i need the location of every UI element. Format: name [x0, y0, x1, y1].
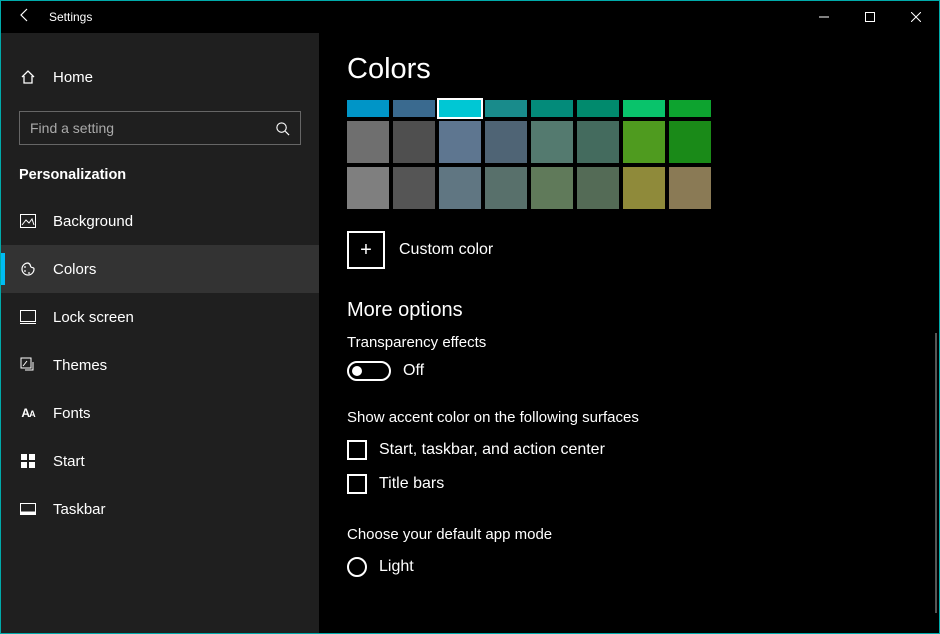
maximize-button[interactable]: [847, 1, 893, 33]
color-swatch[interactable]: [669, 167, 711, 209]
color-swatch[interactable]: [577, 121, 619, 163]
radio-label: Light: [379, 558, 414, 576]
color-swatch[interactable]: [439, 100, 481, 117]
more-options-heading: More options: [347, 299, 911, 322]
start-icon: [19, 454, 37, 468]
app-mode-label: Choose your default app mode: [347, 526, 911, 543]
title-bar: Settings: [1, 1, 939, 33]
sidebar-item-label: Background: [53, 213, 133, 230]
plus-icon: +: [347, 231, 385, 269]
color-swatch[interactable]: [347, 167, 389, 209]
color-swatch[interactable]: [577, 100, 619, 117]
window-title: Settings: [49, 10, 92, 24]
content-area: Colors + Custom color More options Trans…: [319, 33, 939, 633]
sidebar-item-start[interactable]: Start: [1, 437, 319, 485]
accent-surfaces-label: Show accent color on the following surfa…: [347, 409, 911, 426]
sidebar-item-background[interactable]: Background: [1, 197, 319, 245]
color-swatch[interactable]: [531, 121, 573, 163]
sidebar-item-fonts[interactable]: AA Fonts: [1, 389, 319, 437]
checkbox-titlebars[interactable]: [347, 474, 367, 494]
scrollbar[interactable]: [935, 333, 937, 613]
color-swatch[interactable]: [531, 100, 573, 117]
color-swatch[interactable]: [623, 121, 665, 163]
color-swatch[interactable]: [577, 167, 619, 209]
color-swatch[interactable]: [393, 121, 435, 163]
custom-color-button[interactable]: + Custom color: [347, 231, 911, 269]
color-swatch[interactable]: [485, 100, 527, 117]
close-button[interactable]: [893, 1, 939, 33]
sidebar-item-label: Taskbar: [53, 501, 106, 518]
sidebar-item-label: Colors: [53, 261, 96, 278]
picture-icon: [19, 214, 37, 228]
home-label: Home: [53, 69, 93, 86]
home-nav[interactable]: Home: [1, 57, 319, 97]
color-swatch[interactable]: [393, 167, 435, 209]
page-heading: Colors: [347, 53, 911, 86]
sidebar: Home Personalization Background Colors: [1, 33, 319, 633]
sidebar-item-label: Lock screen: [53, 309, 134, 326]
color-swatch[interactable]: [347, 121, 389, 163]
color-swatch[interactable]: [485, 121, 527, 163]
color-swatch[interactable]: [669, 100, 711, 117]
themes-icon: [19, 357, 37, 373]
checkbox-label: Title bars: [379, 475, 444, 493]
sidebar-item-taskbar[interactable]: Taskbar: [1, 485, 319, 533]
sidebar-item-label: Start: [53, 453, 85, 470]
sidebar-item-colors[interactable]: Colors: [1, 245, 319, 293]
radio-light[interactable]: [347, 557, 367, 577]
sidebar-item-label: Themes: [53, 357, 107, 374]
palette-icon: [19, 261, 37, 277]
home-icon: [19, 69, 37, 85]
color-grid: [347, 100, 911, 209]
search-input[interactable]: [20, 120, 264, 136]
checkbox-start-taskbar[interactable]: [347, 440, 367, 460]
custom-color-label: Custom color: [399, 241, 493, 259]
color-swatch[interactable]: [623, 167, 665, 209]
sidebar-item-label: Fonts: [53, 405, 91, 422]
color-swatch[interactable]: [393, 100, 435, 117]
back-button[interactable]: [1, 7, 49, 28]
color-swatch[interactable]: [439, 121, 481, 163]
taskbar-icon: [19, 503, 37, 515]
lockscreen-icon: [19, 310, 37, 324]
color-swatch[interactable]: [669, 121, 711, 163]
color-swatch[interactable]: [531, 167, 573, 209]
transparency-label: Transparency effects: [347, 334, 911, 351]
color-swatch[interactable]: [485, 167, 527, 209]
category-label: Personalization: [1, 167, 319, 183]
sidebar-item-lockscreen[interactable]: Lock screen: [1, 293, 319, 341]
fonts-icon: AA: [19, 406, 37, 420]
transparency-toggle[interactable]: [347, 361, 391, 381]
color-swatch[interactable]: [347, 100, 389, 117]
color-swatch[interactable]: [623, 100, 665, 117]
minimize-button[interactable]: [801, 1, 847, 33]
transparency-state: Off: [403, 362, 424, 380]
search-icon: [264, 121, 300, 136]
color-swatch[interactable]: [439, 167, 481, 209]
checkbox-label: Start, taskbar, and action center: [379, 441, 605, 459]
search-box[interactable]: [19, 111, 301, 145]
sidebar-item-themes[interactable]: Themes: [1, 341, 319, 389]
